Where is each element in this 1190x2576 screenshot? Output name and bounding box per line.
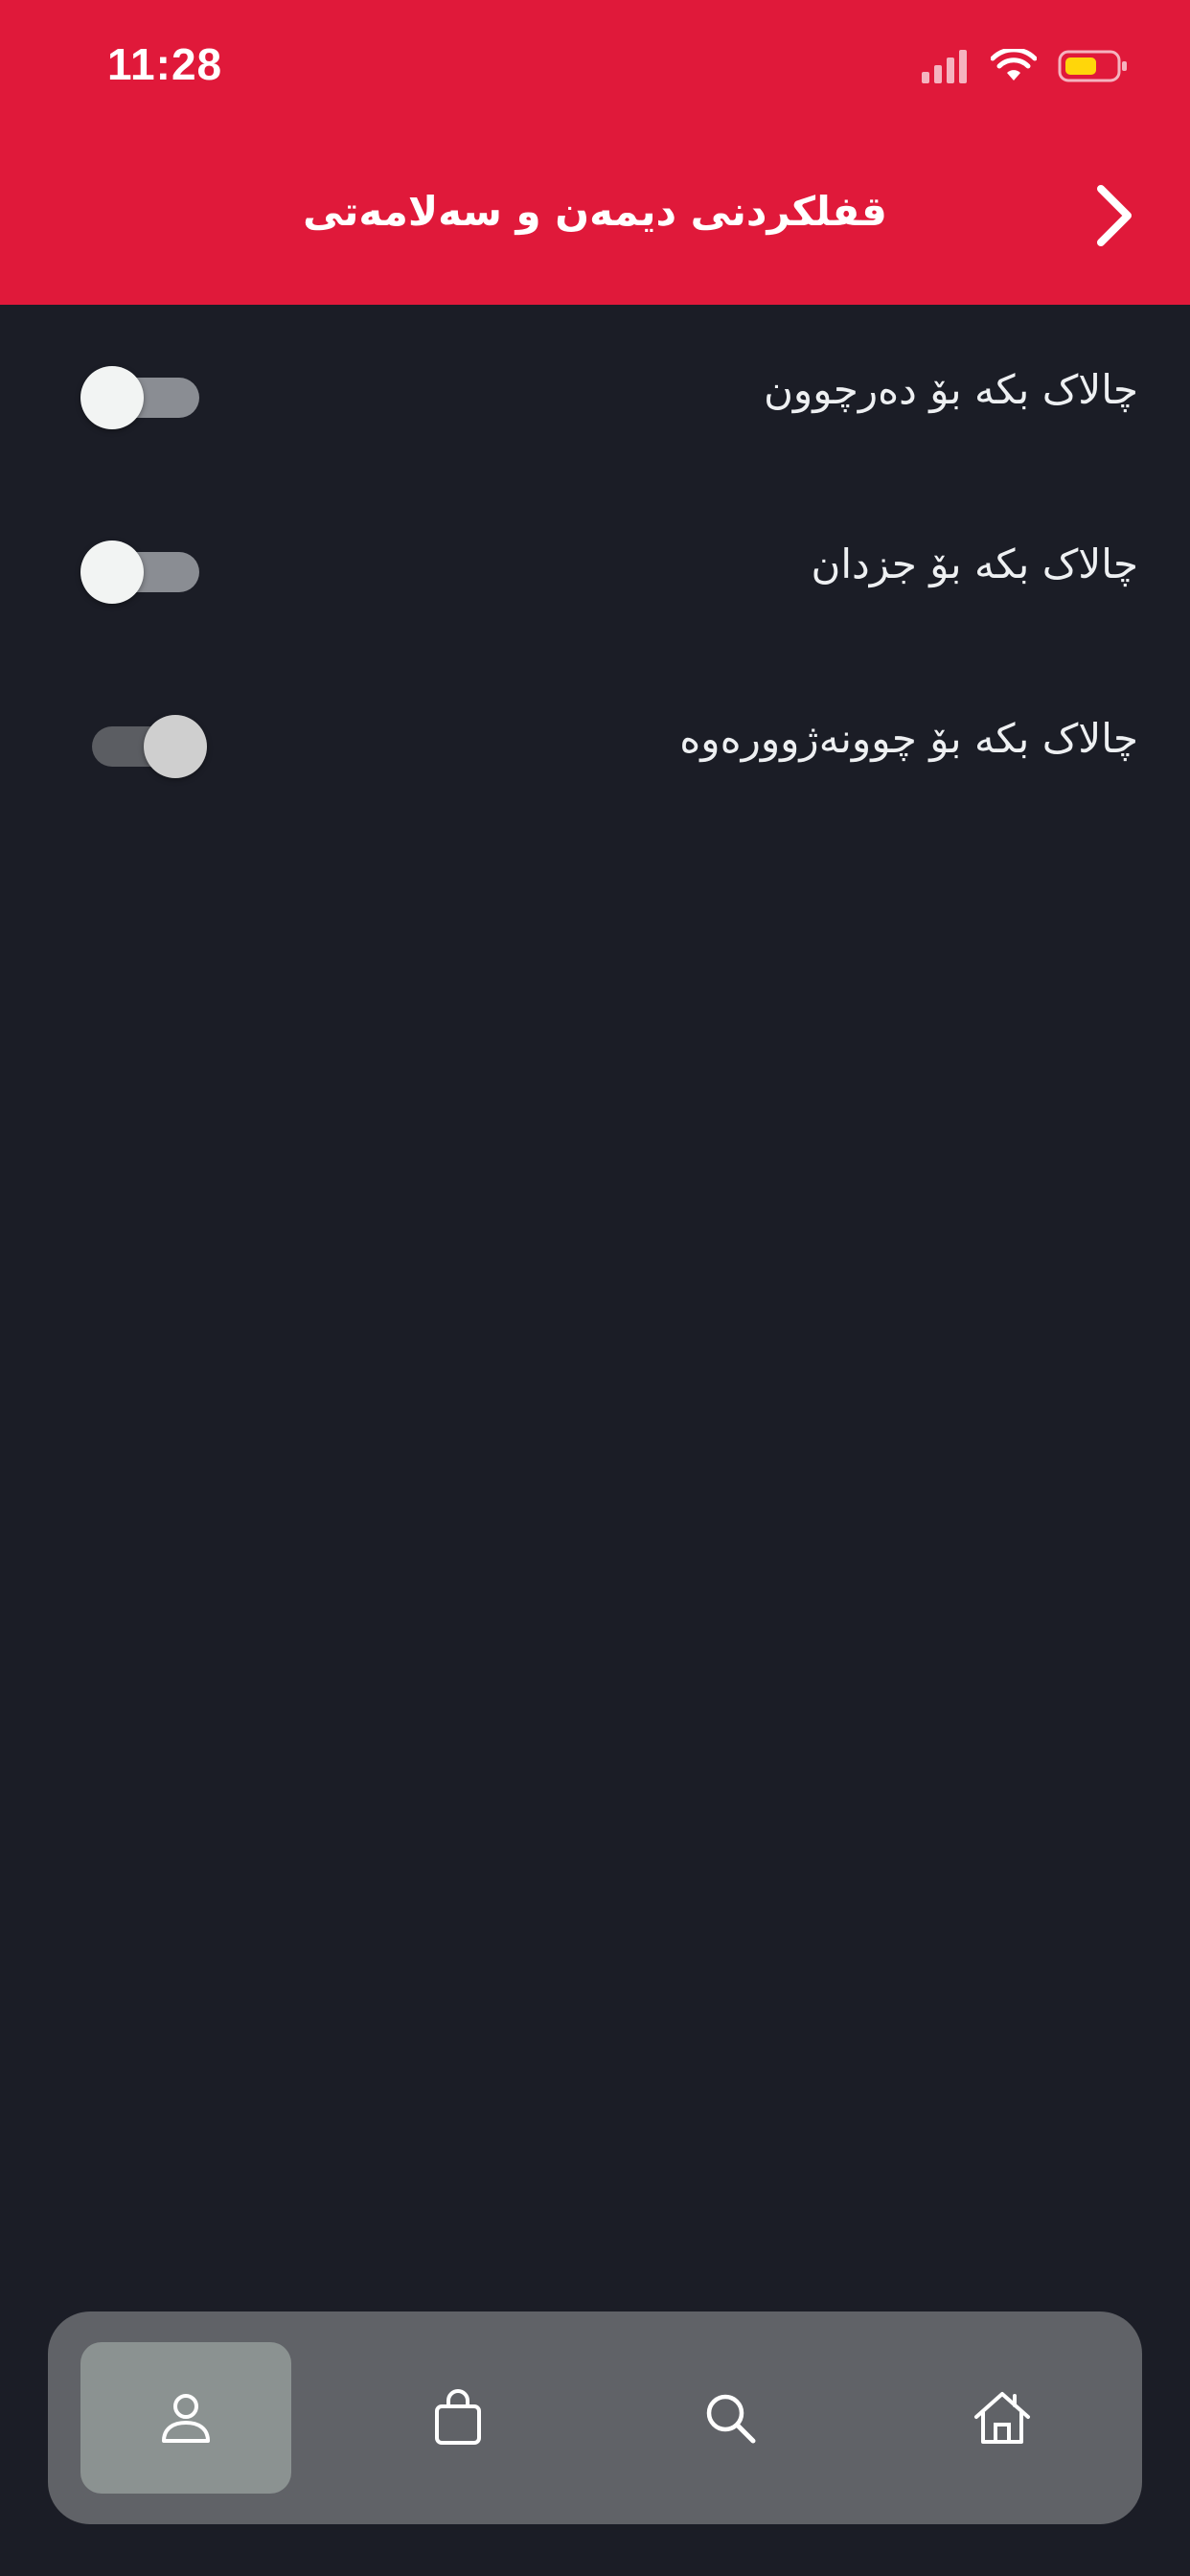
toggle-knob — [80, 366, 144, 429]
exit-toggle[interactable] — [80, 366, 199, 429]
setting-label: چالاک بکە بۆ دەرچوون — [764, 366, 1138, 413]
setting-label: چالاک بکە بۆ چوونەژوورەوە — [679, 715, 1138, 762]
settings-row-wallet: چالاک بکە بۆ جزدان — [0, 512, 1190, 627]
status-icons — [922, 42, 1129, 90]
search-icon — [706, 2394, 756, 2444]
chevron-right-icon — [1097, 185, 1132, 246]
page-title: قفلکردنی دیمەن و سەلامەتی — [303, 188, 887, 235]
setting-label: چالاک بکە بۆ جزدان — [811, 540, 1139, 587]
wallet-toggle[interactable] — [80, 540, 199, 604]
app-header: 11:28 قفلکردنی دیمەن و سەلامەتی — [0, 0, 1190, 305]
tab-cart[interactable] — [353, 2342, 563, 2494]
settings-row-login: چالاک بکە بۆ چوونەژوورەوە — [0, 686, 1190, 801]
home-icon — [974, 2392, 1030, 2444]
tab-search[interactable] — [625, 2342, 835, 2494]
tab-profile[interactable] — [80, 2342, 291, 2494]
tab-home[interactable] — [897, 2342, 1108, 2494]
shopping-bag-icon — [435, 2389, 481, 2445]
settings-row-exit: چالاک بکە بۆ دەرچوون — [0, 337, 1190, 452]
back-button[interactable] — [1077, 172, 1154, 259]
cellular-signal-icon — [922, 50, 967, 83]
toggle-knob — [80, 540, 144, 604]
bottom-tab-bar — [48, 2312, 1142, 2524]
battery-icon — [1058, 50, 1127, 82]
toggle-knob — [144, 715, 207, 778]
status-time: 11:28 — [107, 39, 223, 89]
person-icon — [162, 2394, 210, 2443]
wifi-icon — [991, 49, 1037, 80]
login-toggle[interactable] — [80, 715, 207, 778]
